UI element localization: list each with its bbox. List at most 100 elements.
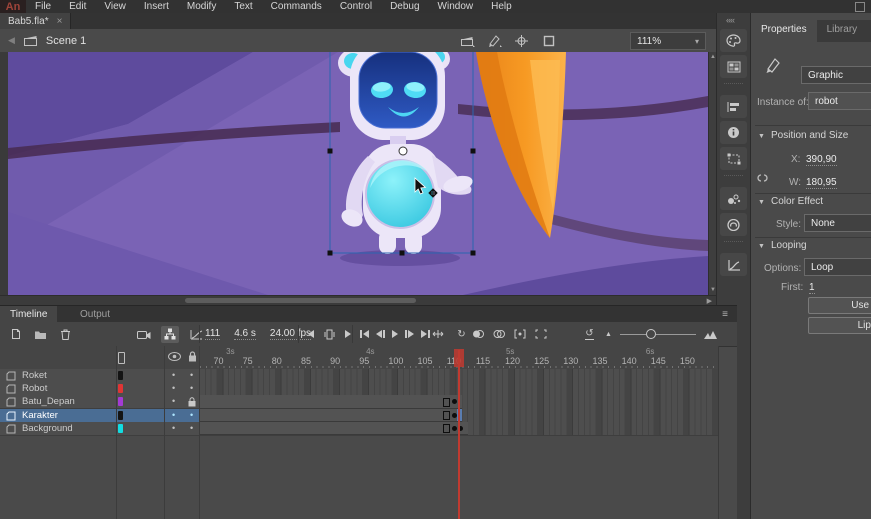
tab-output[interactable]: Output bbox=[70, 306, 120, 322]
x-value[interactable]: 390,90 bbox=[806, 154, 837, 166]
tab-properties[interactable]: Properties bbox=[751, 20, 817, 42]
color-palette-icon[interactable] bbox=[720, 29, 747, 52]
tab-timeline[interactable]: Timeline bbox=[0, 306, 57, 322]
use-frame-picker-button[interactable]: Use Fra bbox=[808, 297, 871, 314]
layer-visibility-dot[interactable]: • bbox=[172, 383, 175, 393]
step-back-icon[interactable] bbox=[376, 330, 385, 338]
panel-menu-icon[interactable]: ≡ bbox=[722, 309, 728, 320]
menu-item-text[interactable]: Text bbox=[225, 1, 261, 12]
scrollbar-thumb[interactable] bbox=[185, 298, 416, 303]
menu-item-modify[interactable]: Modify bbox=[178, 1, 225, 12]
section-collapse-icon[interactable]: ▼ bbox=[758, 243, 765, 250]
layer-lock-dot[interactable]: • bbox=[190, 370, 193, 380]
tab-library[interactable]: Library bbox=[817, 20, 868, 42]
outline-color-column-icon[interactable] bbox=[118, 352, 125, 364]
layer-lock-icon[interactable] bbox=[188, 397, 196, 407]
layer-row-robot[interactable]: Robot•• bbox=[0, 382, 200, 396]
layer-outline-color[interactable] bbox=[118, 397, 123, 406]
collapse-panels-icon[interactable]: «« bbox=[726, 15, 734, 25]
menu-item-insert[interactable]: Insert bbox=[135, 1, 178, 12]
clip-content-icon[interactable] bbox=[541, 34, 556, 47]
onion-skin-icon[interactable] bbox=[470, 327, 485, 341]
motion-graph-icon[interactable] bbox=[720, 253, 747, 276]
document-tab[interactable]: Bab5.fla* × bbox=[0, 13, 71, 29]
stage-canvas[interactable] bbox=[8, 52, 708, 295]
lip-syncing-button[interactable]: Lip S bbox=[808, 317, 871, 334]
transform-icon[interactable] bbox=[720, 147, 747, 170]
edit-scene-icon[interactable] bbox=[460, 34, 475, 47]
color-style-dropdown[interactable]: None bbox=[804, 214, 871, 232]
center-frame-icon[interactable] bbox=[430, 327, 445, 341]
new-folder-icon[interactable] bbox=[33, 327, 48, 341]
center-stage-icon[interactable] bbox=[514, 34, 529, 47]
menu-item-window[interactable]: Window bbox=[429, 1, 483, 12]
layer-visibility-dot[interactable]: • bbox=[172, 370, 175, 380]
loop-icon[interactable]: ↻ bbox=[454, 327, 469, 341]
menu-item-debug[interactable]: Debug bbox=[381, 1, 428, 12]
tab-close-icon[interactable]: × bbox=[57, 16, 63, 27]
back-arrow-icon[interactable]: ◀ bbox=[0, 35, 23, 46]
keyframe-dot[interactable] bbox=[452, 426, 457, 431]
step-forward-one-icon[interactable] bbox=[345, 330, 351, 338]
link-width-height-icon[interactable] bbox=[756, 173, 769, 183]
frame-span[interactable] bbox=[200, 395, 462, 408]
onion-skin-outlines-icon[interactable] bbox=[491, 327, 506, 341]
layer-lock-dot[interactable]: • bbox=[190, 423, 193, 433]
creative-cloud-icon[interactable] bbox=[720, 213, 747, 236]
edit-symbols-icon[interactable] bbox=[487, 34, 502, 47]
scroll-right-icon[interactable]: ▶ bbox=[707, 297, 712, 305]
section-collapse-icon[interactable]: ▼ bbox=[758, 133, 765, 140]
menu-item-file[interactable]: File bbox=[26, 1, 60, 12]
modify-markers-icon[interactable] bbox=[533, 327, 548, 341]
show-parenting-view-icon[interactable] bbox=[161, 326, 179, 343]
loop-frame-range-icon[interactable] bbox=[322, 327, 337, 341]
menu-item-help[interactable]: Help bbox=[482, 1, 521, 12]
menu-item-commands[interactable]: Commands bbox=[262, 1, 331, 12]
shrink-frames-icon[interactable]: ▲ bbox=[605, 331, 612, 338]
layer-outline-color[interactable] bbox=[118, 384, 123, 393]
first-frame-value[interactable]: 1 bbox=[809, 282, 815, 294]
window-maximize-icon[interactable] bbox=[855, 2, 865, 12]
elapsed-time-field[interactable]: 4.6 s bbox=[234, 328, 256, 340]
layer-visibility-dot[interactable]: • bbox=[172, 410, 175, 420]
layer-outline-color[interactable] bbox=[118, 411, 123, 420]
layer-visibility-dot[interactable]: • bbox=[172, 396, 175, 406]
play-icon[interactable] bbox=[392, 330, 398, 338]
reset-timeline-zoom-icon[interactable]: ↺ bbox=[582, 327, 597, 341]
frame-span[interactable] bbox=[200, 422, 468, 435]
layer-outline-color[interactable] bbox=[118, 424, 123, 433]
symbol-type-dropdown[interactable]: Graphic bbox=[801, 66, 871, 84]
lock-column-icon[interactable] bbox=[188, 351, 197, 362]
edit-multiple-frames-icon[interactable] bbox=[512, 327, 527, 341]
layer-row-background[interactable]: Background•• bbox=[0, 422, 200, 436]
swatches-icon[interactable] bbox=[720, 55, 747, 78]
keyframe-dot[interactable] bbox=[452, 413, 457, 418]
layer-row-roket[interactable]: Roket•• bbox=[0, 369, 200, 383]
instance-name-field[interactable]: robot bbox=[808, 92, 871, 110]
align-icon[interactable] bbox=[720, 95, 747, 118]
enlarge-frames-icon[interactable] bbox=[704, 330, 717, 339]
show-hide-column-icon[interactable] bbox=[168, 352, 181, 361]
step-forward-icon[interactable] bbox=[405, 330, 414, 338]
camera-icon[interactable] bbox=[136, 327, 151, 341]
section-collapse-icon[interactable]: ▼ bbox=[758, 199, 765, 206]
delete-layer-icon[interactable] bbox=[58, 327, 73, 341]
current-frame-field[interactable]: 111 bbox=[205, 328, 220, 340]
graph-editor-icon[interactable] bbox=[189, 327, 204, 341]
layer-outline-color[interactable] bbox=[118, 371, 123, 380]
zoom-level-dropdown[interactable]: 111% ▾ bbox=[630, 32, 706, 50]
timeline-zoom-slider[interactable] bbox=[620, 329, 696, 339]
particles-icon[interactable] bbox=[720, 187, 747, 210]
layer-visibility-dot[interactable]: • bbox=[172, 423, 175, 433]
go-to-first-frame-icon[interactable] bbox=[360, 330, 369, 338]
menu-item-view[interactable]: View bbox=[95, 1, 135, 12]
loop-options-dropdown[interactable]: Loop bbox=[804, 258, 871, 276]
menu-item-control[interactable]: Control bbox=[331, 1, 381, 12]
layer-lock-dot[interactable]: • bbox=[190, 410, 193, 420]
scene-breadcrumb[interactable]: Scene 1 bbox=[46, 35, 86, 47]
app-logo[interactable]: An bbox=[0, 0, 26, 13]
menu-item-edit[interactable]: Edit bbox=[60, 1, 95, 12]
frame-rate-field[interactable]: 24.00 fps bbox=[270, 328, 311, 340]
step-back-one-icon[interactable] bbox=[308, 330, 314, 338]
frame-span[interactable] bbox=[200, 409, 462, 422]
